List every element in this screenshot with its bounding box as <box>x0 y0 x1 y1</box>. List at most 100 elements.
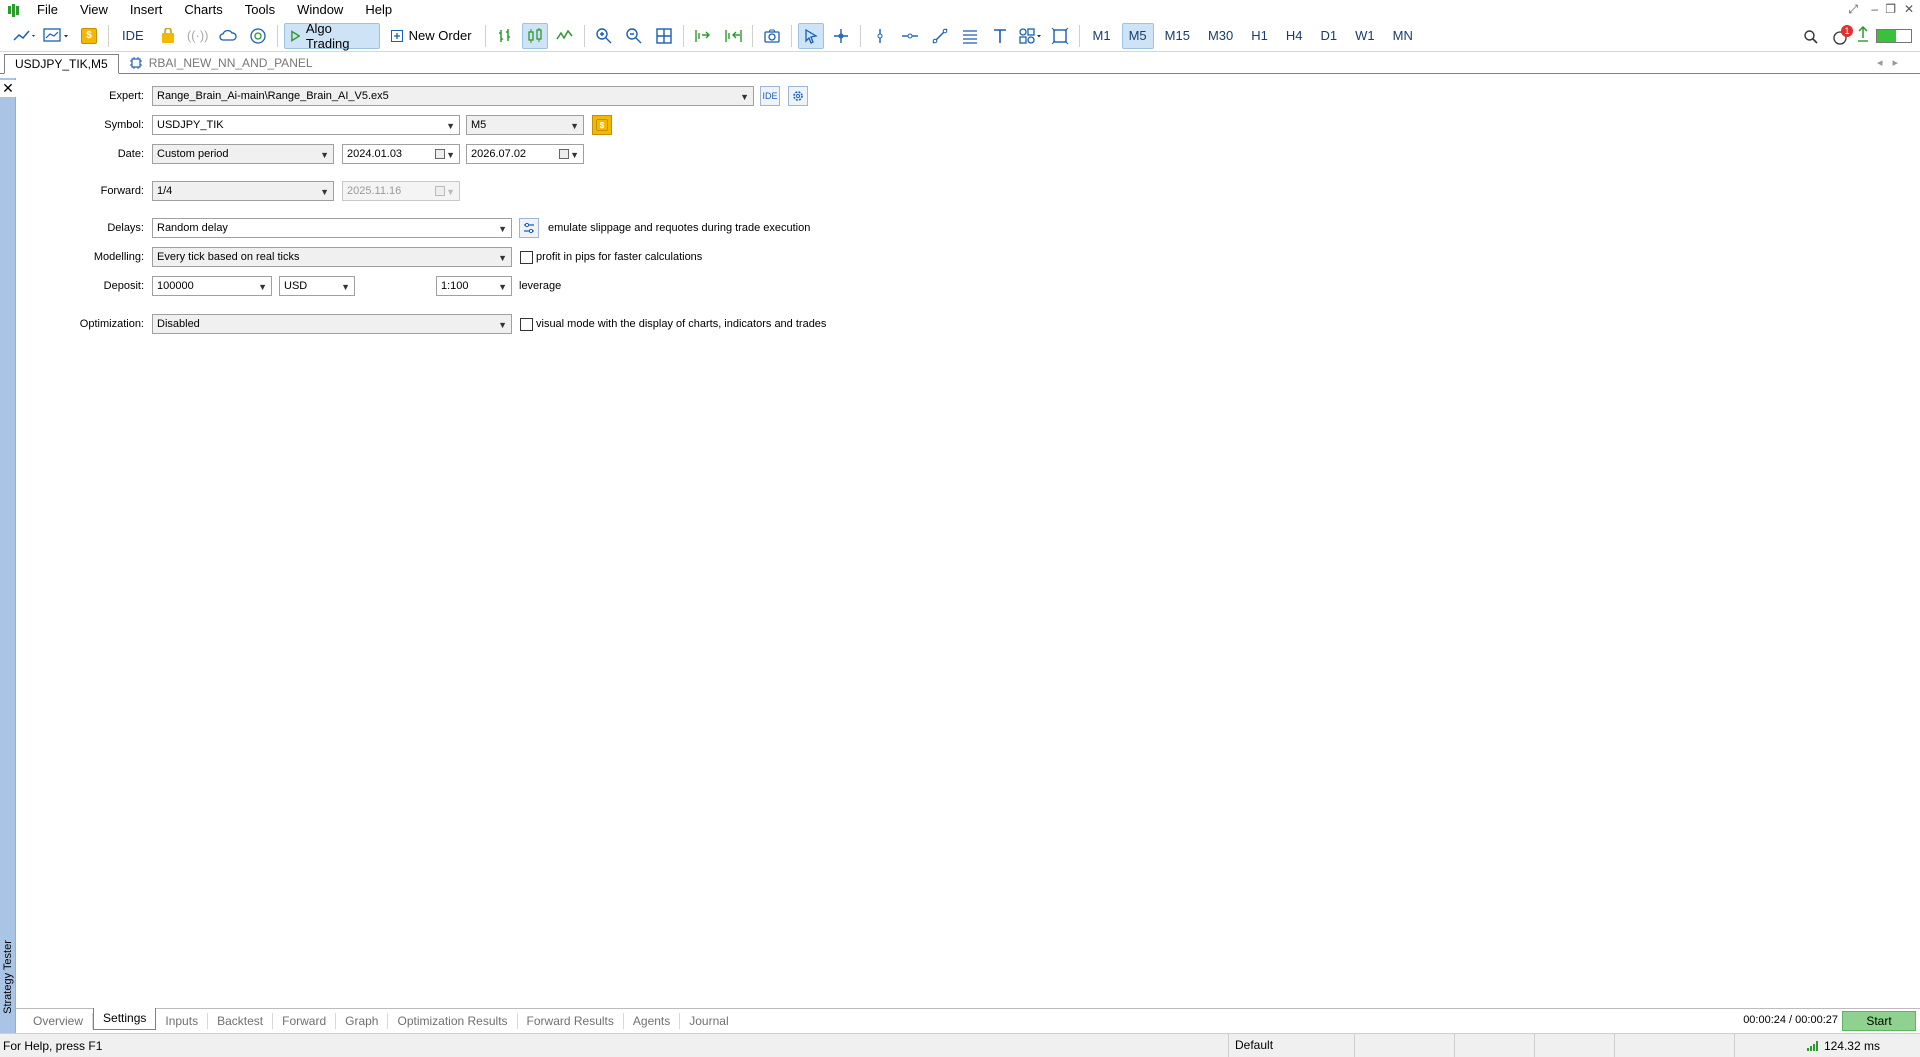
menu-view[interactable]: View <box>69 0 119 20</box>
profit-in-pips-checkbox[interactable] <box>520 251 533 264</box>
date-to-picker[interactable]: 2026.07.02 ▼ <box>466 144 584 164</box>
expert-select[interactable]: Range_Brain_Ai-main\Range_Brain_AI_V5.ex… <box>152 86 754 106</box>
delays-select[interactable]: Random delay ▼ <box>152 218 512 238</box>
vps-cloud-icon[interactable] <box>215 23 241 49</box>
tab-settings[interactable]: Settings <box>93 1008 157 1030</box>
deposit-select[interactable]: 100000 ▼ <box>152 276 272 296</box>
detach-icon[interactable]: ⤢ <box>1848 2 1858 17</box>
menu-help[interactable]: Help <box>354 0 403 20</box>
bar-chart-icon[interactable] <box>492 23 518 49</box>
expert-value: Range_Brain_Ai-main\Range_Brain_AI_V5.ex… <box>157 90 389 102</box>
timeframe-h1[interactable]: H1 <box>1244 23 1275 49</box>
chart-tab-rbai[interactable]: RBAI_NEW_NN_AND_PANEL <box>119 53 323 73</box>
chart-shift-icon[interactable] <box>720 23 746 49</box>
timeframe-select[interactable]: M5 ▼ <box>466 115 584 135</box>
equidistant-channel-icon[interactable] <box>957 23 983 49</box>
chevron-down-icon: ▼ <box>320 187 329 197</box>
leverage-value: 1:100 <box>441 280 469 292</box>
candlestick-chart-icon[interactable] <box>521 22 548 49</box>
tab-optimization-results[interactable]: Optimization Results <box>388 1013 518 1029</box>
menu-charts[interactable]: Charts <box>173 0 233 20</box>
menu-tools[interactable]: Tools <box>234 0 286 20</box>
text-tool-icon[interactable] <box>987 23 1013 49</box>
new-order-button[interactable]: New Order <box>384 23 479 49</box>
object-list-icon[interactable] <box>1047 23 1073 49</box>
timeframe-m5[interactable]: M5 <box>1121 22 1154 49</box>
web-globe-icon[interactable] <box>245 23 271 49</box>
algo-trading-button[interactable]: Algo Trading <box>283 21 380 51</box>
new-chart-icon[interactable] <box>12 23 38 49</box>
timeframe-m1[interactable]: M1 <box>1086 23 1118 49</box>
minimize-icon[interactable]: – <box>1871 2 1878 16</box>
profile-name[interactable]: Default <box>1228 1034 1273 1057</box>
tab-backtest[interactable]: Backtest <box>208 1013 274 1029</box>
modelling-value: Every tick based on real ticks <box>157 251 300 263</box>
tab-graph[interactable]: Graph <box>336 1013 389 1029</box>
tile-windows-icon[interactable] <box>651 23 677 49</box>
vertical-line-icon[interactable] <box>867 23 893 49</box>
delay-settings-sliders-icon[interactable] <box>519 218 539 238</box>
chart-tab-usdjpy[interactable]: USDJPY_TIK,M5 <box>4 54 119 74</box>
date-mode-value: Custom period <box>157 148 229 160</box>
line-chart-icon[interactable] <box>552 23 578 49</box>
chart-templates-icon[interactable] <box>42 23 72 49</box>
market-bag-icon[interactable] <box>155 23 181 49</box>
close-icon[interactable]: ✕ <box>1904 2 1914 16</box>
delays-value: Random delay <box>157 222 228 234</box>
tab-inputs[interactable]: Inputs <box>156 1013 209 1029</box>
crosshair-icon[interactable] <box>828 23 854 49</box>
symbol-select[interactable]: USDJPY_TIK ▼ <box>152 115 460 135</box>
symbol-properties-button[interactable]: $ <box>592 115 612 135</box>
help-hint: For Help, press F1 <box>3 1039 103 1053</box>
screenshot-icon[interactable] <box>759 23 785 49</box>
notifications-button[interactable]: 1 <box>1828 24 1854 50</box>
zoom-in-icon[interactable] <box>591 23 617 49</box>
search-icon[interactable] <box>1798 24 1824 50</box>
horizontal-line-icon[interactable] <box>897 23 923 49</box>
calendar-icon <box>435 149 445 159</box>
leverage-select[interactable]: 1:100 ▼ <box>436 276 512 296</box>
chevron-down-icon: ▼ <box>446 150 455 160</box>
market-watch-button[interactable]: $ <box>76 23 102 49</box>
shapes-icon[interactable] <box>1017 23 1043 49</box>
connection-status[interactable]: 124.32 ms <box>1806 1039 1880 1053</box>
toolbar-separator <box>859 24 861 47</box>
timeframe-m15[interactable]: M15 <box>1158 23 1197 49</box>
currency-select[interactable]: USD ▼ <box>279 276 355 296</box>
menu-file[interactable]: File <box>26 0 69 20</box>
ide-button[interactable]: IDE <box>115 23 151 49</box>
tab-forward[interactable]: Forward <box>273 1013 337 1029</box>
timeframe-mn[interactable]: MN <box>1386 23 1420 49</box>
date-mode-select[interactable]: Custom period ▼ <box>152 144 334 164</box>
timeframe-h4[interactable]: H4 <box>1279 23 1310 49</box>
expert-ide-button[interactable]: IDE <box>760 86 780 106</box>
modelling-select[interactable]: Every tick based on real ticks ▼ <box>152 247 512 267</box>
forward-select[interactable]: 1/4 ▼ <box>152 181 334 201</box>
signals-icon[interactable]: ((·)) <box>185 23 211 49</box>
trendline-icon[interactable] <box>927 23 953 49</box>
optimization-select[interactable]: Disabled ▼ <box>152 314 512 334</box>
restore-icon[interactable]: ❐ <box>1885 2 1896 16</box>
timeframe-d1[interactable]: D1 <box>1314 23 1345 49</box>
timeframe-w1[interactable]: W1 <box>1348 23 1382 49</box>
zoom-out-icon[interactable] <box>621 23 647 49</box>
auto-scroll-icon[interactable] <box>690 23 716 49</box>
timeframe-m30[interactable]: M30 <box>1201 23 1240 49</box>
visual-mode-checkbox[interactable] <box>520 318 533 331</box>
tab-scroll-arrows[interactable]: ◂▸ <box>1877 56 1908 69</box>
status-bar: For Help, press F1 Default 124.32 ms <box>0 1033 1920 1057</box>
menu-insert[interactable]: Insert <box>119 0 174 20</box>
tab-forward-results[interactable]: Forward Results <box>518 1013 624 1029</box>
menu-window[interactable]: Window <box>286 0 354 20</box>
expert-settings-gear-icon[interactable] <box>788 86 808 106</box>
tab-agents[interactable]: Agents <box>624 1013 681 1029</box>
strategy-tester-side-panel: ✕ Strategy Tester <box>0 78 16 1033</box>
tab-journal[interactable]: Journal <box>680 1013 737 1029</box>
cursor-icon[interactable] <box>797 22 824 49</box>
tab-overview[interactable]: Overview <box>24 1013 94 1029</box>
date-from-picker[interactable]: 2024.01.03 ▼ <box>342 144 460 164</box>
start-button[interactable]: Start <box>1842 1011 1916 1031</box>
chevron-down-icon: ▼ <box>341 282 350 292</box>
close-panel-icon[interactable]: ✕ <box>0 80 16 97</box>
play-icon <box>290 29 300 42</box>
